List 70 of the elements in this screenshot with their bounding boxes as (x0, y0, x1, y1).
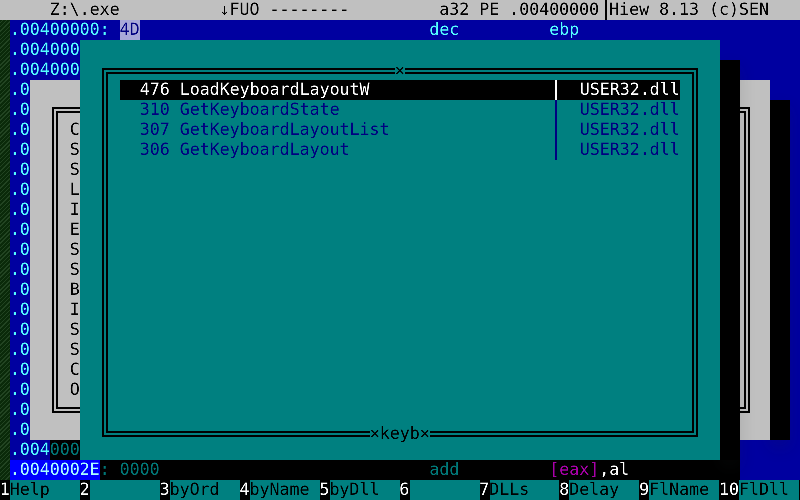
function-key[interactable]: Delay (569, 480, 640, 500)
list-item: S (70, 240, 80, 260)
list-item: C (70, 360, 80, 380)
address: .0 (10, 180, 30, 200)
address: .0 (10, 320, 30, 340)
function-key[interactable]: FlName (649, 480, 720, 500)
address: .0 (10, 100, 30, 120)
list-item: S (70, 140, 80, 160)
list-item: S (70, 320, 80, 340)
function-name: 307 GetKeyboardLayoutList (139, 120, 391, 140)
address: .0 (10, 260, 30, 280)
list-item: B (70, 280, 80, 300)
list-item: S (70, 340, 80, 360)
mnemonic: dec (430, 20, 460, 40)
dll-name: USER32.dll (555, 120, 680, 140)
address: .0 (10, 300, 30, 320)
address: .0 (10, 340, 30, 360)
hex-bytes: 4D (120, 20, 140, 40)
address: .00400000: (10, 20, 110, 40)
address: .0 (10, 220, 30, 240)
address: .0 (10, 360, 30, 380)
dll-name: USER32.dll (555, 140, 680, 160)
operand-memory: [eax] (550, 460, 600, 480)
address: .0 (10, 400, 30, 420)
list-item: E (70, 220, 80, 240)
list-item: I (70, 200, 80, 220)
address: .0 (10, 280, 30, 300)
function-key[interactable]: byOrd (170, 480, 240, 500)
function-name: 310 GetKeyboardState (139, 100, 341, 120)
import-row[interactable]: 307 GetKeyboardLayoutList USER32.dll (120, 120, 680, 140)
address: .0 (10, 140, 30, 160)
list-item: I (70, 300, 80, 320)
mode-indicator: ↓FUO -------- (220, 0, 350, 20)
function-name: 306 GetKeyboardLayout (139, 140, 351, 160)
current-address: .0040002E (10, 460, 100, 480)
function-key[interactable]: DLLs (490, 480, 560, 500)
list-item: S (70, 160, 80, 180)
address: .0 (10, 200, 30, 220)
import-row[interactable]: 306 GetKeyboardLayout USER32.dll (120, 140, 680, 160)
list-item: C (70, 120, 80, 140)
import-row[interactable]: 476 LoadKeyboardLayoutW USER32.dll (120, 80, 680, 100)
dialog-title: ×keyb× (370, 427, 430, 441)
address: .0 (10, 240, 30, 260)
list-item: S (70, 260, 80, 280)
list-item: L (70, 180, 80, 200)
address: .0 (10, 80, 30, 100)
import-row[interactable]: 310 GetKeyboardState USER32.dll (120, 100, 680, 120)
function-name: 476 LoadKeyboardLayoutW (139, 80, 371, 100)
function-key[interactable]: byDll (330, 480, 400, 500)
address: .004000 (10, 40, 80, 60)
function-key[interactable] (90, 480, 160, 500)
address: .004000 (10, 60, 80, 80)
operand: ebp (549, 20, 580, 40)
address: .0 (10, 420, 30, 440)
list-item: O (70, 380, 80, 400)
address: .0 (10, 380, 30, 400)
operand: ,al (599, 460, 630, 480)
function-key[interactable]: byName (250, 480, 320, 500)
file-name: Z:\.exe (50, 0, 120, 20)
function-key[interactable]: Help (10, 480, 80, 500)
address: .0 (10, 160, 30, 180)
address-tail: 000 (50, 440, 80, 460)
address: .004 (10, 440, 50, 460)
dll-name: USER32.dll (555, 80, 680, 100)
address: .0 (10, 120, 30, 140)
frame-mark: × (395, 64, 405, 78)
dll-name: USER32.dll (555, 100, 680, 120)
function-key[interactable]: FlDll (739, 480, 800, 500)
function-key[interactable] (410, 480, 480, 500)
file-info: a32 PE .00400000 (440, 0, 600, 20)
